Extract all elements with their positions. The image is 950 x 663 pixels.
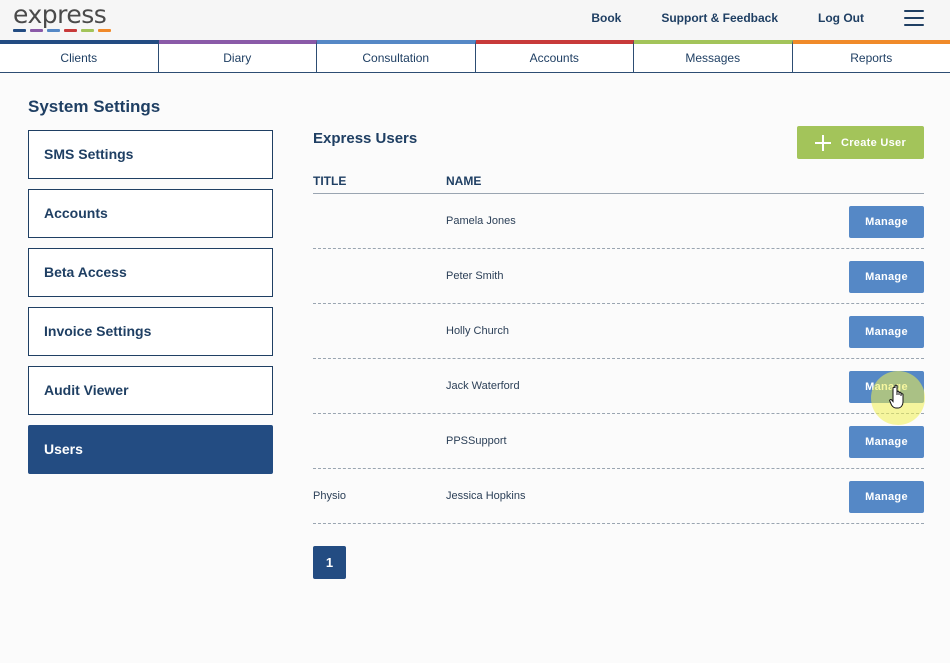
page-title: System Settings: [28, 97, 161, 116]
column-header-name: NAME: [446, 174, 482, 188]
support-feedback-link[interactable]: Support & Feedback: [661, 11, 778, 25]
cell-name: Holly Church: [446, 325, 509, 337]
table-row: Jack Waterford Manage: [313, 359, 924, 414]
table-row: Pamela Jones Manage: [313, 194, 924, 249]
tab-diary[interactable]: Diary: [158, 40, 317, 72]
logo-bar: [13, 29, 26, 32]
hamburger-menu-icon[interactable]: [904, 10, 924, 26]
cell-name: PPSSupport: [446, 435, 507, 447]
logo-bar: [30, 29, 43, 32]
table-row: PPSSupport Manage: [313, 414, 924, 469]
main-tabs: Clients Diary Consultation Accounts Mess…: [0, 40, 950, 73]
sidebar-item-accounts[interactable]: Accounts: [28, 189, 273, 238]
app-header: express Book Support & Feedback Log Out: [0, 0, 950, 40]
manage-button[interactable]: Manage: [849, 261, 924, 293]
sidebar-item-users[interactable]: Users: [28, 425, 273, 474]
sidebar-item-audit-viewer[interactable]: Audit Viewer: [28, 366, 273, 415]
plus-icon: [814, 134, 831, 151]
top-nav: Book Support & Feedback Log Out: [591, 0, 950, 36]
manage-button[interactable]: Manage: [849, 481, 924, 513]
manage-button[interactable]: Manage: [849, 206, 924, 238]
tab-reports[interactable]: Reports: [792, 40, 950, 72]
section-title: Express Users: [313, 130, 418, 147]
table-row: Holly Church Manage: [313, 304, 924, 359]
manage-button[interactable]: Manage: [849, 316, 924, 348]
tab-clients[interactable]: Clients: [0, 40, 159, 72]
cell-name: Peter Smith: [446, 270, 504, 282]
pagination-page-1[interactable]: 1: [313, 546, 346, 579]
sidebar-item-invoice-settings[interactable]: Invoice Settings: [28, 307, 273, 356]
tab-accounts[interactable]: Accounts: [475, 40, 634, 72]
cell-name: Jack Waterford: [446, 380, 520, 392]
users-table-header: TITLE NAME: [313, 173, 924, 194]
express-logo[interactable]: express: [13, 0, 111, 32]
tab-consultation[interactable]: Consultation: [317, 40, 476, 72]
logo-bar: [64, 29, 77, 32]
cell-title: Physio: [313, 490, 347, 502]
logo-text: express: [13, 0, 107, 29]
table-row: Physio Jessica Hopkins Manage: [313, 469, 924, 524]
manage-button[interactable]: Manage: [849, 426, 924, 458]
table-row: Peter Smith Manage: [313, 249, 924, 304]
logo-bar: [98, 29, 111, 32]
cell-name: Jessica Hopkins: [446, 490, 526, 502]
create-user-label: Create User: [840, 136, 907, 149]
manage-button[interactable]: Manage: [849, 371, 924, 403]
tab-messages[interactable]: Messages: [634, 40, 793, 72]
log-out-link[interactable]: Log Out: [818, 11, 864, 25]
logo-color-bars: [13, 29, 111, 32]
cell-name: Pamela Jones: [446, 215, 516, 227]
sidebar-item-sms-settings[interactable]: SMS Settings: [28, 130, 273, 179]
column-header-title: TITLE: [313, 174, 347, 188]
logo-bar: [47, 29, 60, 32]
create-user-button[interactable]: Create User: [797, 126, 924, 159]
logo-bar: [81, 29, 94, 32]
book-link[interactable]: Book: [591, 11, 621, 25]
sidebar-item-beta-access[interactable]: Beta Access: [28, 248, 273, 297]
